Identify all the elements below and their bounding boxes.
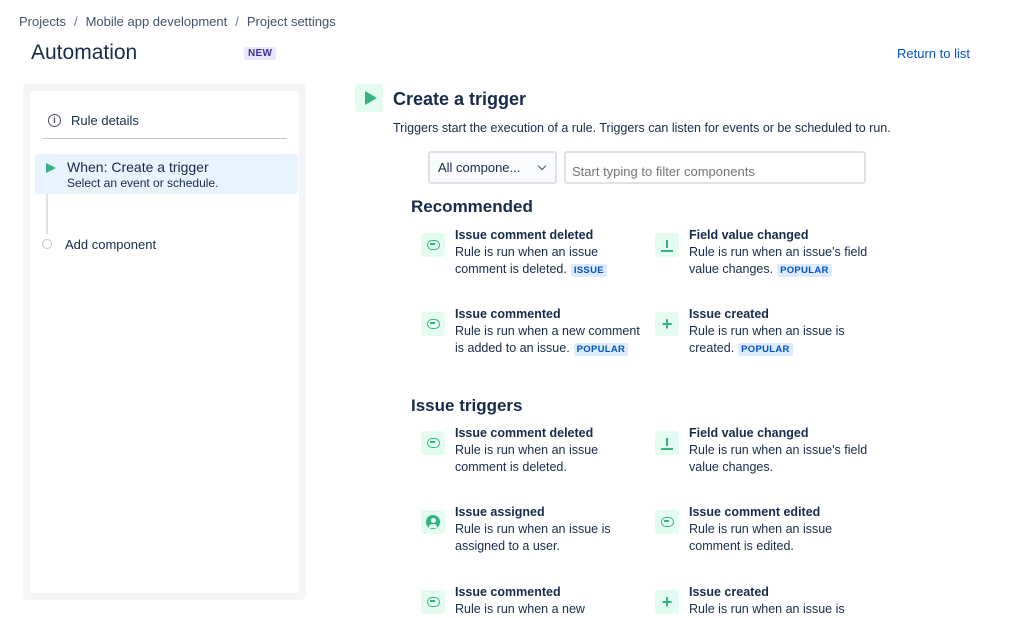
- add-component-dot-icon: [42, 239, 52, 249]
- timeline-line: [46, 194, 48, 234]
- comment-icon: [655, 510, 679, 534]
- field-download-icon: [655, 233, 679, 257]
- plus-icon: +: [655, 590, 679, 614]
- breadcrumb-separator: /: [73, 14, 78, 29]
- section-title-recommended: Recommended: [411, 197, 533, 216]
- trigger-step[interactable]: When: Create a trigger Select an event o…: [35, 154, 298, 194]
- category-badge: ISSUE: [570, 264, 607, 277]
- popular-badge: POPULAR: [777, 264, 832, 277]
- trigger-item-desc: Rule is run when a new: [455, 602, 585, 616]
- popular-badge: POPULAR: [573, 343, 629, 356]
- breadcrumb-projects[interactable]: Projects: [19, 14, 66, 29]
- field-download-icon: [655, 431, 679, 455]
- trigger-item-name: Issue commented: [455, 307, 561, 321]
- breadcrumb-project[interactable]: Mobile app development: [86, 14, 228, 29]
- trigger-description: Triggers start the execution of a rule. …: [393, 121, 891, 135]
- component-type-select[interactable]: All compone...: [428, 151, 557, 184]
- rule-details-item[interactable]: i Rule details: [42, 102, 287, 139]
- trigger-item-desc: Rule is run when an issue is: [689, 602, 845, 616]
- comment-icon: [421, 431, 445, 455]
- trigger-item-desc: Rule is run when an issue comment is edi…: [689, 522, 833, 553]
- rule-sidebar-inner: i Rule details When: Create a trigger Se…: [30, 91, 299, 593]
- trigger-item-name: Issue comment deleted: [455, 228, 594, 242]
- person-icon: [421, 510, 445, 534]
- add-component-button[interactable]: Add component: [65, 237, 156, 252]
- trigger-item-name: Issue created: [689, 307, 769, 321]
- trigger-item-name: Issue assigned: [455, 505, 545, 519]
- trigger-item-desc: Rule is run when an issue's field value …: [689, 443, 868, 474]
- rule-details-label: Rule details: [71, 112, 139, 128]
- component-filter-input[interactable]: [564, 151, 866, 184]
- trigger-item-name: Issue commented: [455, 585, 561, 599]
- breadcrumb: Projects / Mobile app development / Proj…: [19, 14, 336, 29]
- breadcrumb-project-settings[interactable]: Project settings: [247, 14, 336, 29]
- new-badge: NEW: [244, 47, 277, 60]
- play-icon: [355, 84, 383, 112]
- trigger-step-subtitle: Select an event or schedule.: [67, 176, 219, 190]
- section-title-issue-triggers: Issue triggers: [411, 396, 523, 415]
- comment-icon: [421, 233, 445, 257]
- comment-icon: [421, 590, 445, 614]
- trigger-step-title: When: Create a trigger: [67, 159, 209, 175]
- trigger-item-name: Issue comment edited: [689, 505, 821, 519]
- breadcrumb-separator: /: [235, 14, 239, 29]
- trigger-title: Create a trigger: [393, 89, 527, 109]
- plus-icon: +: [655, 312, 679, 336]
- rule-sidebar: i Rule details When: Create a trigger Se…: [23, 84, 306, 600]
- page-title: Automation: [31, 41, 138, 64]
- trigger-item-desc: Rule is run when an issue comment is del…: [455, 443, 599, 474]
- info-icon: i: [48, 113, 61, 127]
- popular-badge: POPULAR: [738, 343, 793, 356]
- return-to-list-link[interactable]: Return to list: [897, 46, 970, 61]
- trigger-item-name: Issue comment deleted: [455, 426, 594, 440]
- trigger-item-desc: Rule is run when an issue is assigned to…: [455, 522, 611, 553]
- component-type-select-value: All compone...: [438, 160, 521, 175]
- trigger-item-name: Issue created: [689, 585, 769, 599]
- chevron-down-icon: [537, 161, 547, 171]
- trigger-item-name: Field value changed: [689, 426, 809, 440]
- trigger-item-name: Field value changed: [689, 228, 809, 242]
- comment-icon: [421, 312, 445, 336]
- play-icon: [46, 163, 56, 173]
